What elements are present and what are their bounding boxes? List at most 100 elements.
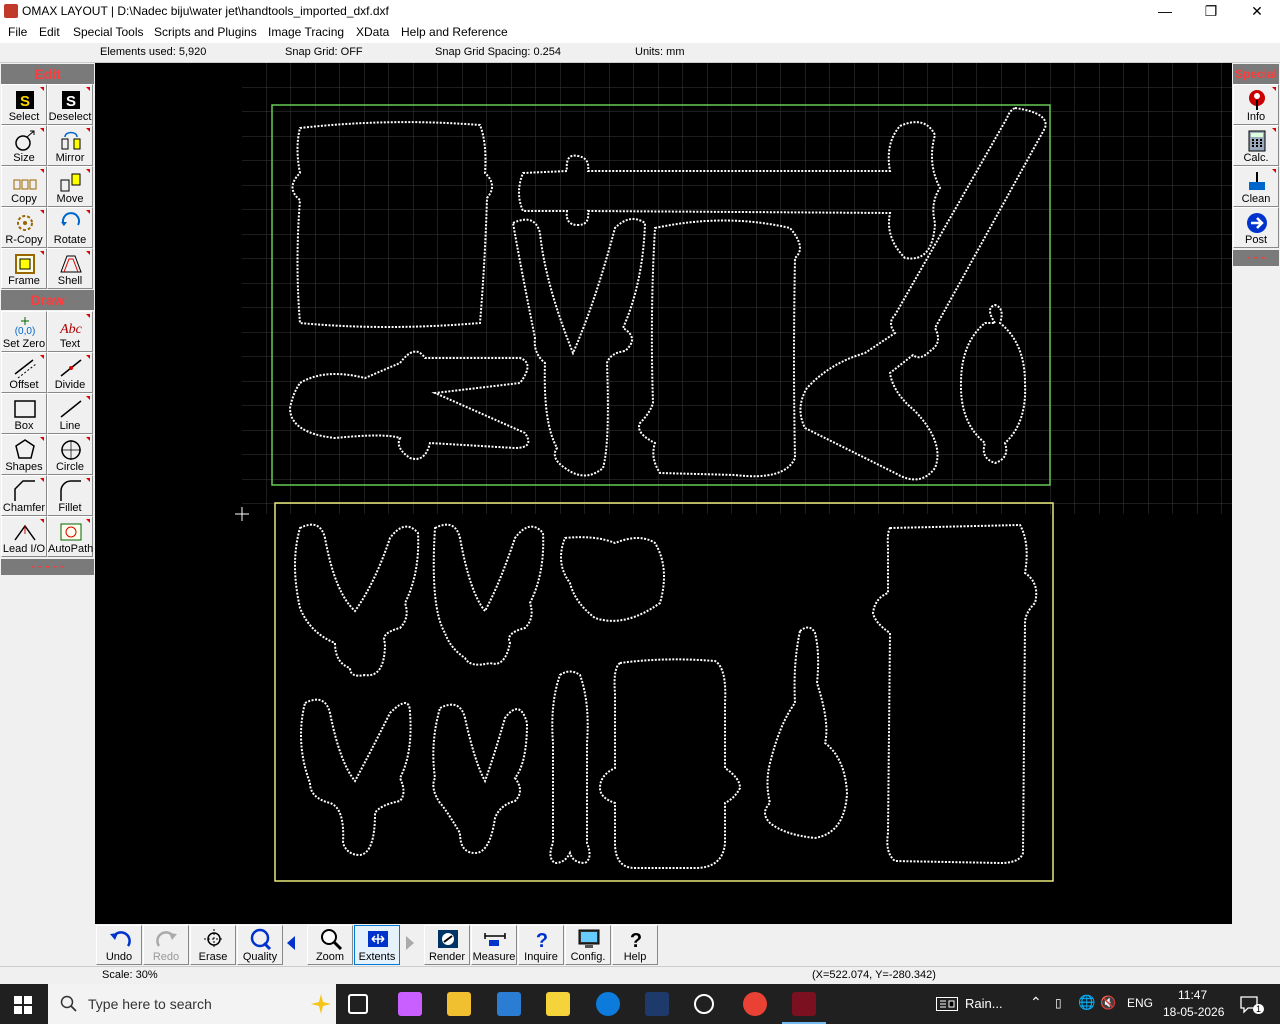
volume-muted-icon[interactable]: 🔇 <box>1100 995 1116 1011</box>
menu-help-reference[interactable]: Help and Reference <box>401 25 508 39</box>
chamfer-tool[interactable]: Chamfer <box>1 475 47 516</box>
frame-tool[interactable]: Frame <box>1 248 47 289</box>
part-narrow-bar[interactable] <box>549 670 591 865</box>
chrome-browser-icon[interactable] <box>743 992 767 1016</box>
text-icon: Abc <box>59 322 83 337</box>
task-view-icon[interactable] <box>348 994 368 1014</box>
part-y-clip-4[interactable] <box>432 703 529 855</box>
language-indicator[interactable]: ENG <box>1127 996 1153 1010</box>
clock-time[interactable]: 11:47 <box>1178 988 1207 1002</box>
part-rounded-block[interactable] <box>598 658 742 869</box>
set-zero-tool[interactable]: (0,0) Set Zero <box>1 311 47 352</box>
measure-button[interactable]: Measure <box>471 925 517 965</box>
part-blob[interactable] <box>560 536 665 622</box>
clean-tool[interactable]: Clean <box>1233 166 1279 207</box>
zoom-button[interactable]: Zoom <box>307 925 353 965</box>
clock-date[interactable]: 18-05-2026 <box>1163 1005 1224 1019</box>
menu-xdata[interactable]: XData <box>356 25 389 39</box>
file-explorer-icon[interactable] <box>447 992 471 1016</box>
rotate-tool[interactable]: Rotate <box>47 207 93 248</box>
part-bottle[interactable] <box>764 626 849 840</box>
snap-grid-status[interactable]: Snap Grid: OFF <box>285 46 363 58</box>
menu-edit[interactable]: Edit <box>39 25 60 39</box>
post-tool[interactable]: Post <box>1233 207 1279 248</box>
minimize-button[interactable]: — <box>1142 0 1188 22</box>
part-y-clip-2[interactable] <box>432 523 545 666</box>
more-tools-button[interactable]: - - - - - <box>1 559 94 575</box>
fillet-tool[interactable]: Fillet <box>47 475 93 516</box>
scroll-right-icon[interactable] <box>406 936 414 950</box>
mirror-tool[interactable]: Mirror <box>47 125 93 166</box>
lead-io-tool[interactable]: Lead I/O <box>1 516 47 557</box>
windows-start-icon[interactable] <box>14 996 32 1014</box>
snap-grid-spacing[interactable]: Snap Grid Spacing: 0.254 <box>435 46 561 58</box>
undo-button[interactable]: Undo <box>96 925 142 965</box>
drawing-svg[interactable] <box>95 63 1232 924</box>
scroll-left-icon[interactable] <box>287 936 295 950</box>
tray-chevron-icon[interactable]: ⌃ <box>1030 994 1042 1011</box>
menu-scripts-plugins[interactable]: Scripts and Plugins <box>154 25 257 39</box>
drawing-canvas[interactable] <box>95 63 1232 924</box>
quality-button[interactable]: Quality <box>237 925 283 965</box>
config-button[interactable]: Config. <box>565 925 611 965</box>
divide-tool[interactable]: Divide <box>47 352 93 393</box>
inquire-button[interactable]: ? Inquire <box>518 925 564 965</box>
shell-tool[interactable]: Shell <box>47 248 93 289</box>
select-tool[interactable]: S Select <box>1 84 47 125</box>
menu-special-tools[interactable]: Special Tools <box>73 25 144 39</box>
units-label[interactable]: Units: mm <box>635 46 685 58</box>
rotate-label: Rotate <box>53 234 87 246</box>
erase-button[interactable]: Erase <box>190 925 236 965</box>
info-icon <box>1249 90 1265 110</box>
more-special-button[interactable]: - - - <box>1233 250 1279 266</box>
offset-tool[interactable]: Offset <box>1 352 47 393</box>
part-y-clip-1[interactable] <box>294 523 420 677</box>
sticky-notes-icon[interactable] <box>546 992 570 1016</box>
copilot-icon[interactable] <box>398 992 422 1016</box>
box-tool[interactable]: Box <box>1 393 47 434</box>
chamfer-label: Chamfer <box>2 502 46 514</box>
part-y-clip-3[interactable] <box>300 698 412 857</box>
box-icon <box>14 400 36 418</box>
autopath-tool[interactable]: AutoPath <box>47 516 93 557</box>
edge-browser-icon[interactable] <box>596 992 620 1016</box>
shapes-tool[interactable]: Shapes <box>1 434 47 475</box>
terminal-app-icon[interactable] <box>645 992 669 1016</box>
omax-layout-taskbar-icon[interactable] <box>792 992 816 1016</box>
search-highlight-icon <box>311 994 331 1014</box>
text-tool[interactable]: Abc Text <box>47 311 93 352</box>
autopath-icon <box>60 523 82 541</box>
rotate-icon <box>61 212 80 226</box>
line-tool[interactable]: Line <box>47 393 93 434</box>
settings-app-icon[interactable] <box>694 994 714 1014</box>
render-button[interactable]: Render <box>424 925 470 965</box>
info-tool[interactable]: Info <box>1233 84 1279 125</box>
r-copy-tool[interactable]: R-Copy <box>1 207 47 248</box>
menu-file[interactable]: File <box>8 25 27 39</box>
redo-button[interactable]: Redo <box>143 925 189 965</box>
measure-icon <box>484 933 506 946</box>
deselect-tool[interactable]: S Deselect <box>47 84 93 125</box>
set-zero-label: Set Zero <box>2 338 46 350</box>
calc-tool[interactable]: Calc. <box>1233 125 1279 166</box>
calculator-app-icon[interactable] <box>497 992 521 1016</box>
maximize-button[interactable]: ❐ <box>1188 0 1234 22</box>
help-button[interactable]: ? Help <box>612 925 658 965</box>
taskbar-search-box[interactable]: Type here to search <box>48 984 336 1024</box>
svg-text:?: ? <box>630 930 642 950</box>
weather-widget[interactable]: Rain... <box>965 996 1003 1011</box>
tray-device-icon[interactable]: ▯ <box>1055 996 1062 1010</box>
part-tall-rectangle[interactable] <box>871 523 1038 865</box>
yellow-sheet-frame[interactable] <box>274 502 1054 882</box>
autopath-label: AutoPath <box>48 543 94 555</box>
size-label: Size <box>13 152 35 164</box>
close-button[interactable]: ✕ <box>1234 0 1280 22</box>
network-globe-icon[interactable]: 🌐 <box>1078 994 1095 1011</box>
extents-button[interactable]: Extents <box>354 925 400 965</box>
circle-tool[interactable]: Circle <box>47 434 93 475</box>
menu-image-tracing[interactable]: Image Tracing <box>268 25 344 39</box>
size-tool[interactable]: Size <box>1 125 47 166</box>
move-tool[interactable]: Move <box>47 166 93 207</box>
copy-tool[interactable]: Copy <box>1 166 47 207</box>
right-tool-panel: Special Info Calc. Clean Post - - - <box>1232 63 1280 924</box>
